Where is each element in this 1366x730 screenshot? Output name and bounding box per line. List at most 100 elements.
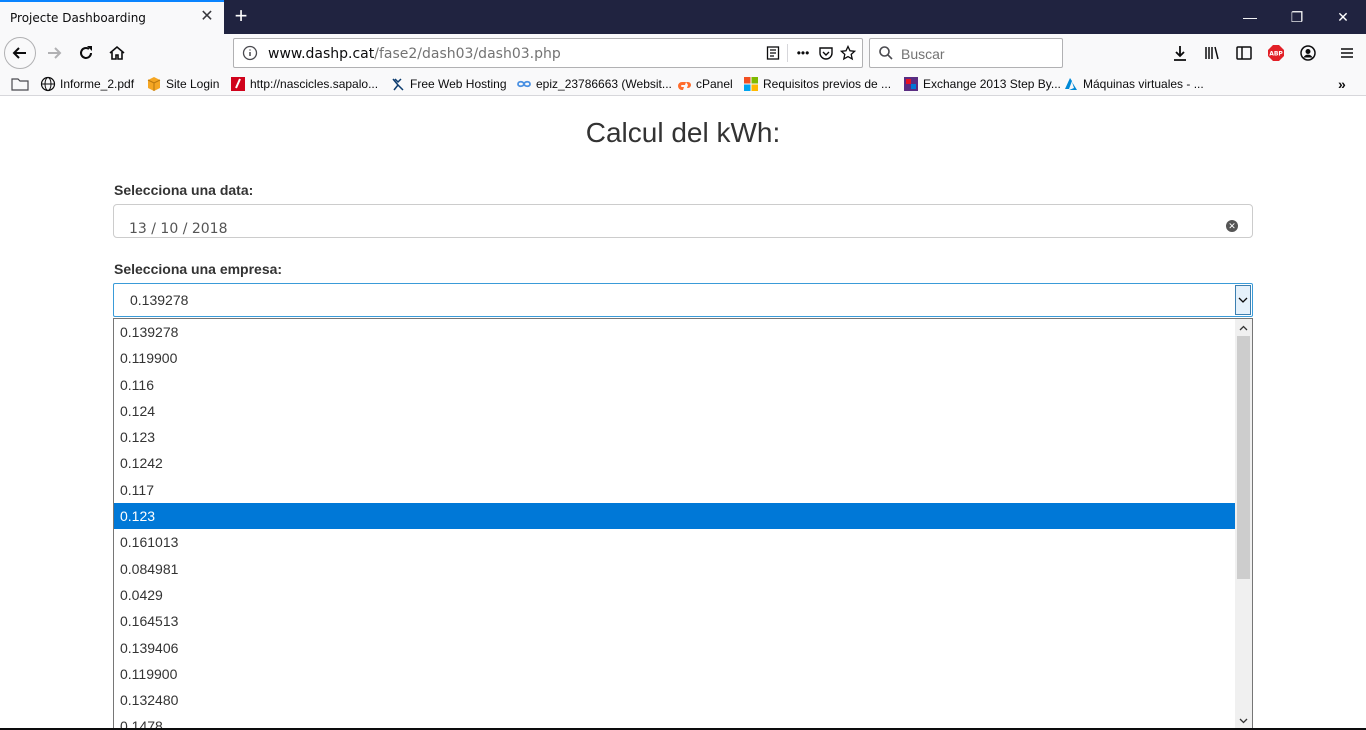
dropdown-option[interactable]: 0.123 [114,424,1235,450]
bookmark-label: Requisitos previos de ... [763,77,892,91]
address-bar[interactable]: www.dashp.cat/fase2/dash03/dash03.php ••… [233,38,863,68]
company-dropdown-list[interactable]: 0.139278 0.119900 0.116 0.124 0.123 0.1242 0.1… [113,318,1253,730]
dropdown-option[interactable]: 0.116 [114,372,1235,398]
date-value: 13 / 10 / 2018 [129,221,228,237]
bookmark-label: Free Web Hosting [410,77,507,91]
url-actions: ••• [765,43,856,63]
restore-button[interactable]: ❐ [1274,0,1320,34]
bookmark-item[interactable]: Site Login [146,75,219,93]
bookmark-item[interactable]: epiz_23786663 (Websit... [516,75,672,93]
bookmark-label: Exchange 2013 Step By... [923,77,1061,91]
dropdown-option[interactable]: 0.124 [114,398,1235,424]
company-select[interactable]: 0.139278 [113,283,1253,317]
page-content: Calcul del kWh: Selecciona una data: 13 … [0,97,1366,730]
library-icon [1205,46,1219,60]
chevron-up-icon [1239,325,1248,330]
forward-arrow-icon [48,47,62,59]
dropdown-option[interactable]: 0.139278 [114,319,1235,345]
x-logo-icon [392,78,404,91]
bookmark-label: http://nascicles.sapalo... [250,77,379,91]
search-placeholder: Buscar [901,46,945,62]
menu-button[interactable] [1333,39,1361,67]
dropdown-option[interactable]: 0.1242 [114,450,1235,476]
site-info-icon[interactable] [242,45,258,61]
azure-icon [1065,78,1077,90]
bookmark-label: cPanel [696,77,733,91]
bookmark-item[interactable]: Máquinas virtuales - ... [1063,75,1204,93]
dropdown-option[interactable]: 0.132480 [114,687,1235,713]
scroll-down-button[interactable] [1235,712,1252,729]
dropdown-option[interactable]: 0.139406 [114,635,1235,661]
date-label: Selecciona una data: [114,182,254,198]
pocket-icon[interactable] [818,45,834,61]
select-dropdown-button[interactable] [1235,285,1251,315]
bookmark-item[interactable]: Exchange 2013 Step By... [903,75,1061,93]
scroll-thumb[interactable] [1237,336,1250,579]
clear-date-icon[interactable]: ✕ [1226,220,1238,232]
download-icon [1174,46,1186,61]
url-host: www.dashp.cat [268,46,375,62]
url-path: /fase2/dash03/dash03.php [374,46,561,62]
page-title: Calcul del kWh: [585,117,781,148]
bookmark-label: Site Login [166,77,220,91]
hamburger-menu-icon [1341,48,1353,58]
company-label: Selecciona una empresa: [114,261,283,277]
bookmark-item[interactable]: Free Web Hosting [390,75,507,93]
account-icon [1300,45,1316,61]
home-button[interactable] [103,39,131,67]
bookmark-item[interactable]: cPanel [676,75,733,93]
reload-button[interactable] [72,39,100,67]
back-button[interactable] [4,37,36,69]
dropdown-option[interactable]: 0.164513 [114,608,1235,634]
chevron-down-icon [1239,718,1248,723]
dropdown-option[interactable]: 0.084981 [114,556,1235,582]
dropdown-option[interactable]: 0.123 [114,503,1235,530]
bookmarks-overflow-chevron-icon[interactable]: » [1338,75,1346,93]
downloads-button[interactable] [1166,39,1194,67]
bookmarks-folder-icon[interactable] [11,75,29,93]
date-input[interactable]: 13 / 10 / 2018 ✕ [113,204,1253,238]
new-tab-button[interactable]: + [228,4,254,30]
bookmark-star-icon[interactable] [840,45,856,61]
account-button[interactable] [1294,39,1322,67]
exchange-icon [904,77,918,91]
bookmark-item[interactable]: http://nascicles.sapalo... [230,75,378,93]
sidebar-icon [1236,46,1252,60]
company-selected-value: 0.139278 [130,292,189,308]
sidebar-button[interactable] [1230,39,1258,67]
home-icon [109,45,125,60]
browser-tab[interactable]: Projecte Dashboarding ✕ [0,0,224,34]
dropdown-scrollbar[interactable] [1235,319,1252,729]
adblock-button[interactable]: ABP [1262,39,1290,67]
bookmarks-toolbar: Informe_2.pdf Site Login http://nascicle… [0,72,1366,96]
minimize-button[interactable]: — [1227,0,1273,34]
globe-icon [40,76,56,92]
back-arrow-icon [12,47,26,59]
dropdown-option[interactable]: 0.119900 [114,661,1235,687]
bookmark-label: epiz_23786663 (Websit... [536,77,672,91]
tab-close-icon[interactable]: ✕ [199,9,215,25]
url-text[interactable]: www.dashp.cat/fase2/dash03/dash03.php [268,46,561,62]
bookmark-item[interactable]: Informe_2.pdf [40,75,134,93]
cube-icon [147,77,161,91]
dropdown-option[interactable]: 0.161013 [114,529,1235,555]
reader-view-icon[interactable] [765,45,781,61]
svg-text:ABP: ABP [1269,51,1283,58]
forward-button[interactable] [40,39,68,67]
bookmark-item[interactable]: Requisitos previos de ... [743,75,891,93]
close-window-button[interactable]: ✕ [1320,0,1366,34]
reload-icon [80,46,92,59]
url-separator [787,44,788,62]
folder-icon [11,78,29,91]
page-actions-icon[interactable]: ••• [794,46,812,60]
microsoft-icon [744,77,758,91]
dropdown-option[interactable]: 0.0429 [114,582,1235,608]
title-bar: Projecte Dashboarding ✕ + — ❐ ✕ [0,0,1366,34]
dropdown-option[interactable]: 0.119900 [114,345,1235,371]
tab-title: Projecte Dashboarding [10,11,146,25]
cpanel-icon [678,82,691,90]
search-bar[interactable]: Buscar [869,38,1063,68]
dropdown-option[interactable]: 0.117 [114,477,1235,503]
scroll-up-button[interactable] [1235,319,1252,336]
library-button[interactable] [1198,39,1226,67]
